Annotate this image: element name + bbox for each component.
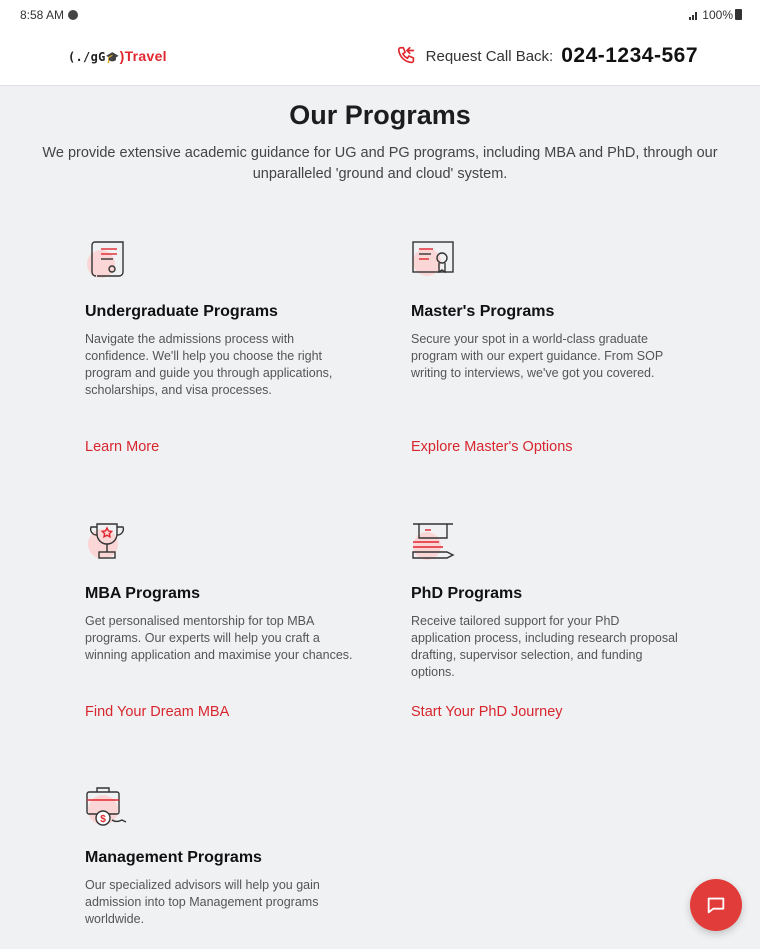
battery-icon: [735, 9, 742, 20]
status-time: 8:58 AM: [20, 8, 79, 22]
briefcase-dollar-icon: $: [86, 787, 127, 826]
callback-label: Request Call Back:: [425, 47, 554, 65]
status-bar: 8:58 AM 100%: [0, 0, 760, 30]
signal-icon: [688, 12, 697, 20]
notification-icon: [68, 10, 79, 20]
callback-number[interactable]: 024-1234-567: [561, 44, 698, 68]
program-description: Receive tailored support for your PhD ap…: [411, 614, 678, 679]
program-title: Undergraduate Programs: [85, 303, 278, 320]
program-title: MBA Programs: [85, 585, 200, 602]
diploma-certificate-icon: [412, 241, 454, 276]
graduation-cap-icon: 🎓: [105, 52, 120, 64]
program-description: Get personalised mentorship for top MBA …: [85, 614, 353, 662]
phone-callback-icon: [397, 46, 414, 64]
program-title: PhD Programs: [411, 585, 523, 602]
chat-bubble-icon: [707, 897, 725, 914]
logo-brand: Travel: [124, 48, 167, 64]
program-card-masters: Master's Programs Secure your spot in a …: [411, 238, 681, 462]
header: (./gG🎓)Travel Request Call Back: 024-123…: [0, 30, 760, 86]
svg-text:$: $: [100, 814, 106, 825]
battery-level: 100%: [702, 8, 733, 22]
start-phd-link[interactable]: Start Your PhD Journey: [411, 704, 563, 720]
explore-masters-link[interactable]: Explore Master's Options: [411, 439, 573, 455]
page-intro: We provide extensive academic guidance f…: [42, 145, 718, 182]
program-card-mba: MBA Programs Get personalised mentorship…: [85, 520, 355, 728]
program-card-management: $ Management Programs Our specialized ad…: [85, 784, 355, 934]
logo-prefix: (./gG: [68, 50, 106, 64]
request-callback[interactable]: Request Call Back: 024-1234-567: [396, 44, 698, 68]
page-title: Our Programs: [289, 100, 471, 130]
graduation-books-icon: [412, 523, 455, 560]
status-right: 100%: [688, 8, 742, 22]
program-card-undergraduate: Undergraduate Programs Navigate the admi…: [85, 238, 355, 462]
program-description: Our specialized advisors will help you g…: [85, 878, 320, 926]
program-description: Secure your spot in a world-class gradua…: [411, 332, 663, 380]
program-title: Master's Programs: [411, 303, 555, 320]
program-card-phd: PhD Programs Receive tailored support fo…: [411, 520, 681, 728]
find-mba-link[interactable]: Find Your Dream MBA: [85, 704, 229, 720]
logo[interactable]: (./gG🎓)Travel: [68, 48, 167, 64]
program-title: Management Programs: [85, 849, 262, 866]
learn-more-link[interactable]: Learn More: [85, 439, 159, 455]
program-description: Navigate the admissions process with con…: [85, 332, 333, 397]
scroll-certificate-icon: [87, 241, 124, 278]
trophy-icon: [88, 523, 125, 559]
chat-button[interactable]: [690, 879, 742, 931]
